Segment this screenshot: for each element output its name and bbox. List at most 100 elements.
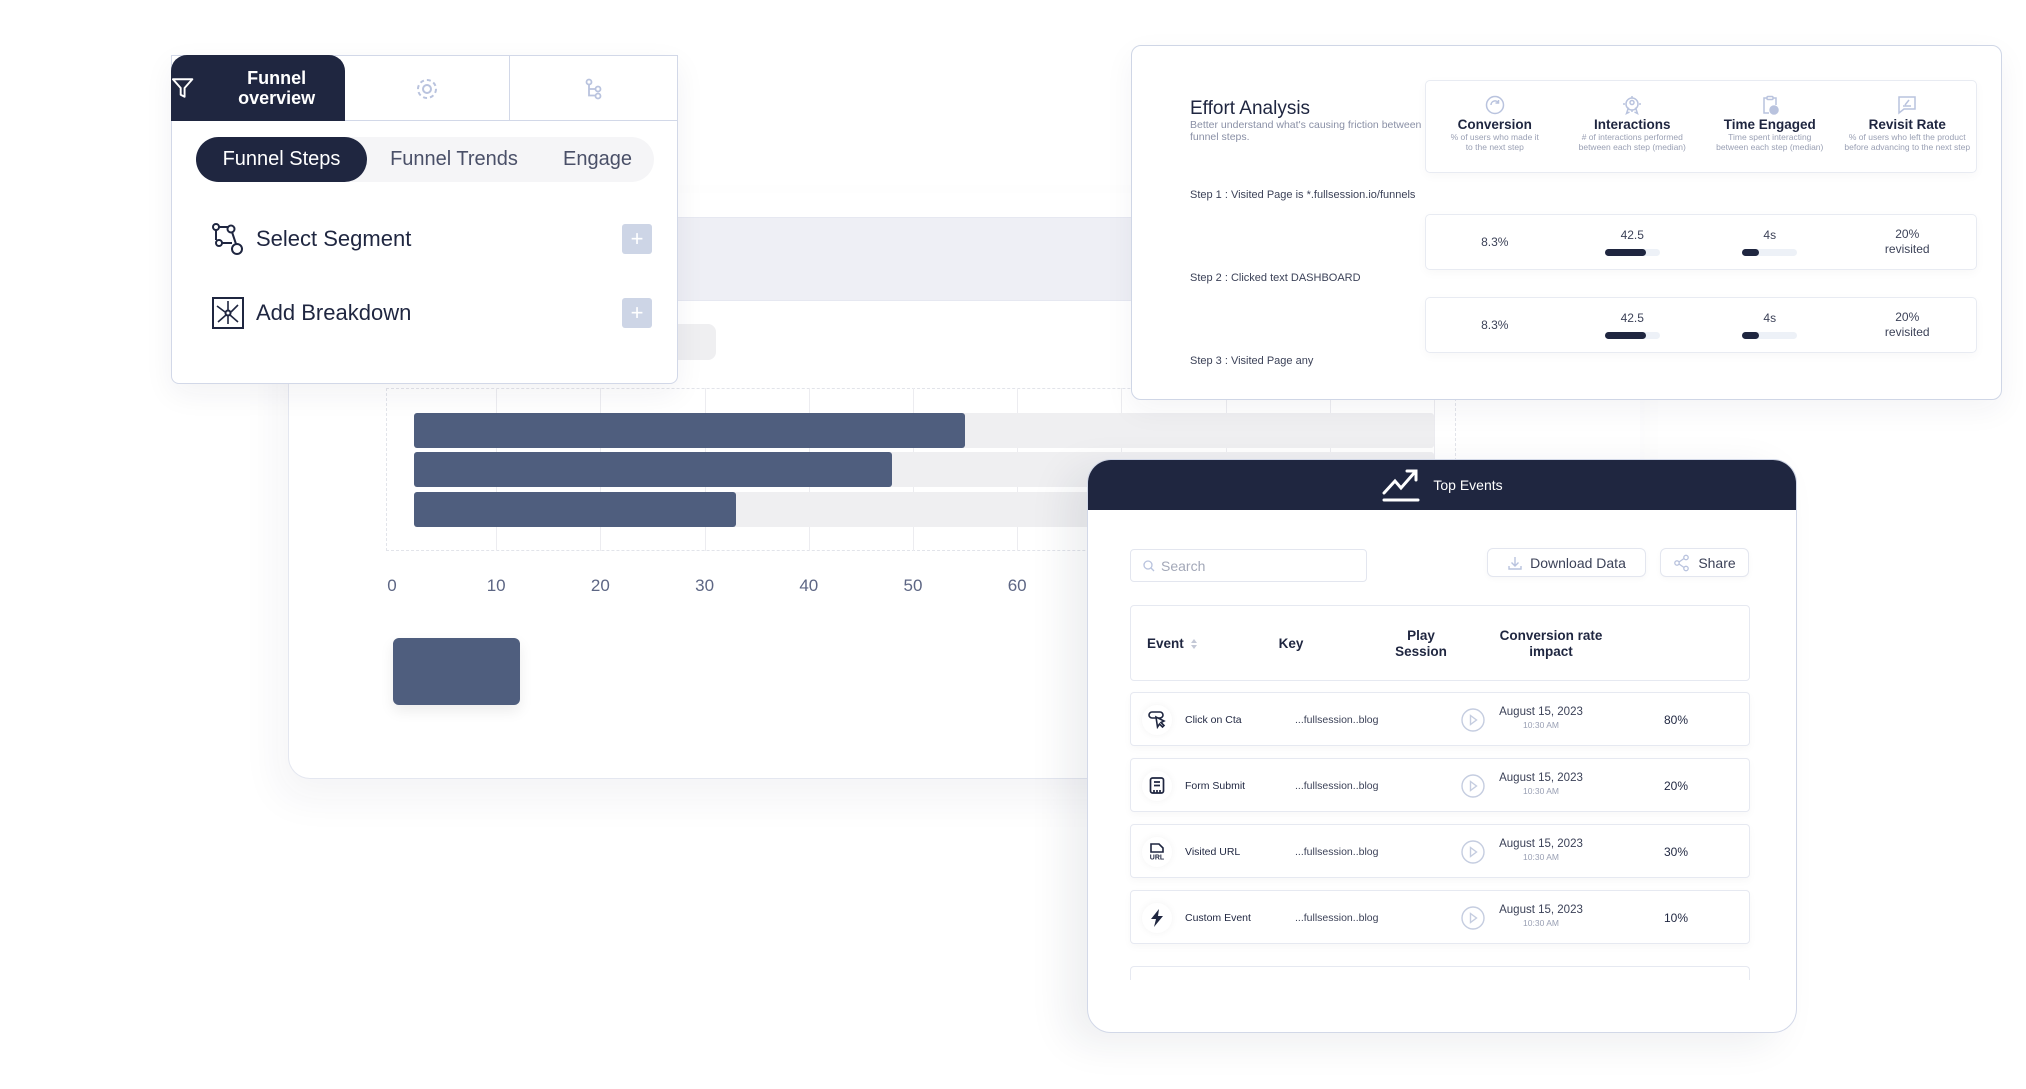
add-breakdown-row[interactable]: Add Breakdown + bbox=[212, 297, 652, 329]
metric-title: Revisit Rate bbox=[1868, 117, 1946, 132]
metric-desc: Time spent interacting between each step… bbox=[1716, 132, 1824, 152]
time-bar bbox=[1742, 249, 1798, 256]
add-segment-button[interactable]: + bbox=[622, 224, 652, 254]
metric-title: Interactions bbox=[1593, 117, 1671, 132]
revisit-text: 20% bbox=[1895, 227, 1920, 241]
conversion-impact: 30% bbox=[1663, 845, 1689, 859]
segment-engage[interactable]: Engage bbox=[541, 137, 654, 182]
column-play-label-2: Session bbox=[1395, 644, 1447, 659]
metric-title: Time Engaged bbox=[1723, 117, 1816, 132]
table-row[interactable]: Custom Event ...fullsession..blog August 1… bbox=[1130, 890, 1750, 944]
session-date: August 15, 2023 10:30 AM bbox=[1486, 706, 1596, 732]
column-event-label: Event bbox=[1147, 636, 1184, 651]
effort-analysis-subtitle: Better understand what's causing frictio… bbox=[1190, 119, 1422, 143]
top-events-header: Top Events bbox=[1088, 460, 1796, 510]
add-breakdown-label: Add Breakdown bbox=[256, 300, 412, 325]
tab-tree[interactable] bbox=[510, 56, 677, 121]
play-session-icon[interactable] bbox=[1461, 774, 1485, 798]
metric-title: Conversion bbox=[1457, 117, 1532, 132]
session-date-text: August 15, 2023 bbox=[1499, 706, 1583, 718]
x-tick-label: 20 bbox=[590, 576, 610, 595]
share-button[interactable]: Share bbox=[1660, 548, 1749, 577]
interactions-bar-fill bbox=[1604, 332, 1646, 339]
interactions-bar bbox=[1604, 332, 1660, 339]
conversion-icon bbox=[1485, 95, 1504, 115]
column-event[interactable]: Event bbox=[1147, 606, 1199, 682]
x-tick-label: 10 bbox=[486, 576, 506, 595]
conversion-value: 8.3% bbox=[1426, 235, 1564, 250]
event-name: Visited URL bbox=[1185, 846, 1241, 858]
time-bar-fill bbox=[1742, 332, 1759, 339]
event-key: ...fullsession..blog bbox=[1295, 780, 1379, 792]
conversion-impact: 80% bbox=[1663, 713, 1689, 727]
top-events-panel: Top Events Download Data Share Event Key… bbox=[1087, 459, 1797, 1033]
metric-desc: # of interactions performed between each… bbox=[1578, 132, 1686, 152]
trending-up-icon bbox=[1382, 469, 1420, 502]
effort-analysis-panel: Effort Analysis Better understand what's… bbox=[1131, 45, 2002, 400]
interactions-bar bbox=[1604, 249, 1660, 256]
segment-funnel-trends[interactable]: Funnel Trends bbox=[367, 137, 541, 182]
play-session-icon[interactable] bbox=[1461, 708, 1485, 732]
time-text: 4s bbox=[1763, 311, 1777, 325]
metric-header-card: Conversion % of users who made it to the… bbox=[1425, 80, 1977, 173]
share-label: Share bbox=[1698, 554, 1736, 571]
conversion-impact: 20% bbox=[1663, 779, 1689, 793]
revisit-label: revisited bbox=[1884, 325, 1930, 339]
interactions-bar-fill bbox=[1604, 249, 1646, 256]
effort-analysis-title: Effort Analysis bbox=[1190, 98, 1311, 119]
session-date: August 15, 2023 10:30 AM bbox=[1486, 904, 1596, 930]
event-key: ...fullsession..blog bbox=[1295, 714, 1379, 726]
table-row[interactable]: URL Visited URL ...fullsession..blog August… bbox=[1130, 824, 1750, 878]
tree-icon bbox=[585, 78, 601, 99]
download-data-button[interactable]: Download Data bbox=[1487, 548, 1646, 577]
event-name: Form Submit bbox=[1185, 780, 1246, 792]
search-input[interactable] bbox=[1161, 557, 1351, 574]
add-breakdown-button[interactable]: + bbox=[622, 298, 652, 328]
x-tick-label: 30 bbox=[695, 576, 715, 595]
chart-action-button[interactable] bbox=[393, 638, 520, 705]
play-session-icon[interactable] bbox=[1461, 906, 1485, 930]
bar-step-1[interactable] bbox=[414, 413, 966, 448]
column-play-label-1: Play bbox=[1407, 628, 1435, 643]
funnel-overview-panel: Funnel overview Funnel Steps Funnel Tren… bbox=[171, 55, 678, 384]
column-key-label: Key bbox=[1278, 636, 1304, 651]
search-box[interactable] bbox=[1130, 549, 1367, 582]
tab-funnel-overview[interactable]: Funnel overview bbox=[171, 55, 345, 121]
table-row-partial bbox=[1130, 966, 1750, 980]
form-icon bbox=[1142, 771, 1172, 801]
time-bar bbox=[1742, 332, 1798, 339]
revisit-value: 20% revisited bbox=[1839, 310, 1977, 340]
session-time: 10:30 AM bbox=[1523, 720, 1559, 730]
x-tick-label: 40 bbox=[799, 576, 819, 595]
table-row[interactable]: Form Submit ...fullsession..blog August 15… bbox=[1130, 758, 1750, 812]
interactions-icon bbox=[1623, 96, 1642, 115]
breakdown-icon bbox=[212, 297, 244, 329]
sort-icon[interactable] bbox=[1189, 638, 1199, 650]
bar-step-3[interactable] bbox=[414, 492, 736, 527]
metric-conversion: Conversion % of users who made it to the… bbox=[1426, 81, 1564, 172]
x-tick-label: 60 bbox=[1007, 576, 1027, 595]
event-key: ...fullsession..blog bbox=[1295, 912, 1379, 924]
tab-target[interactable] bbox=[345, 56, 510, 121]
events-table-header: Event Key Play Session Conversion rate i… bbox=[1130, 605, 1750, 681]
step-metrics-row: 8.3% 42.5 4s 20% revisited bbox=[1425, 214, 1977, 270]
funnel-view-segmented-control: Funnel Steps Funnel Trends Engage bbox=[196, 137, 654, 182]
play-session-icon[interactable] bbox=[1461, 840, 1485, 864]
segment-nodes-icon bbox=[212, 223, 243, 255]
time-engaged-value: 4s bbox=[1701, 228, 1839, 256]
session-date: August 15, 2023 10:30 AM bbox=[1486, 838, 1596, 864]
session-date-text: August 15, 2023 bbox=[1499, 904, 1583, 916]
segment-funnel-steps[interactable]: Funnel Steps bbox=[196, 137, 367, 182]
x-tick-label: 0 bbox=[387, 576, 397, 595]
column-impact-label-1: Conversion rate bbox=[1499, 628, 1603, 643]
select-segment-row[interactable]: Select Segment + bbox=[212, 223, 652, 255]
time-bar-fill bbox=[1742, 249, 1759, 256]
metric-time-engaged: Time Engaged Time spent interacting betw… bbox=[1701, 81, 1839, 172]
conversion-text: 8.3% bbox=[1481, 317, 1509, 332]
share-icon bbox=[1674, 554, 1690, 571]
session-time: 10:30 AM bbox=[1523, 918, 1559, 928]
table-row[interactable]: Click on Cta ...fullsession..blog August 1… bbox=[1130, 692, 1750, 746]
bar-step-2[interactable] bbox=[414, 452, 893, 487]
event-name: Custom Event bbox=[1185, 912, 1251, 924]
conversion-impact: 10% bbox=[1663, 911, 1689, 925]
